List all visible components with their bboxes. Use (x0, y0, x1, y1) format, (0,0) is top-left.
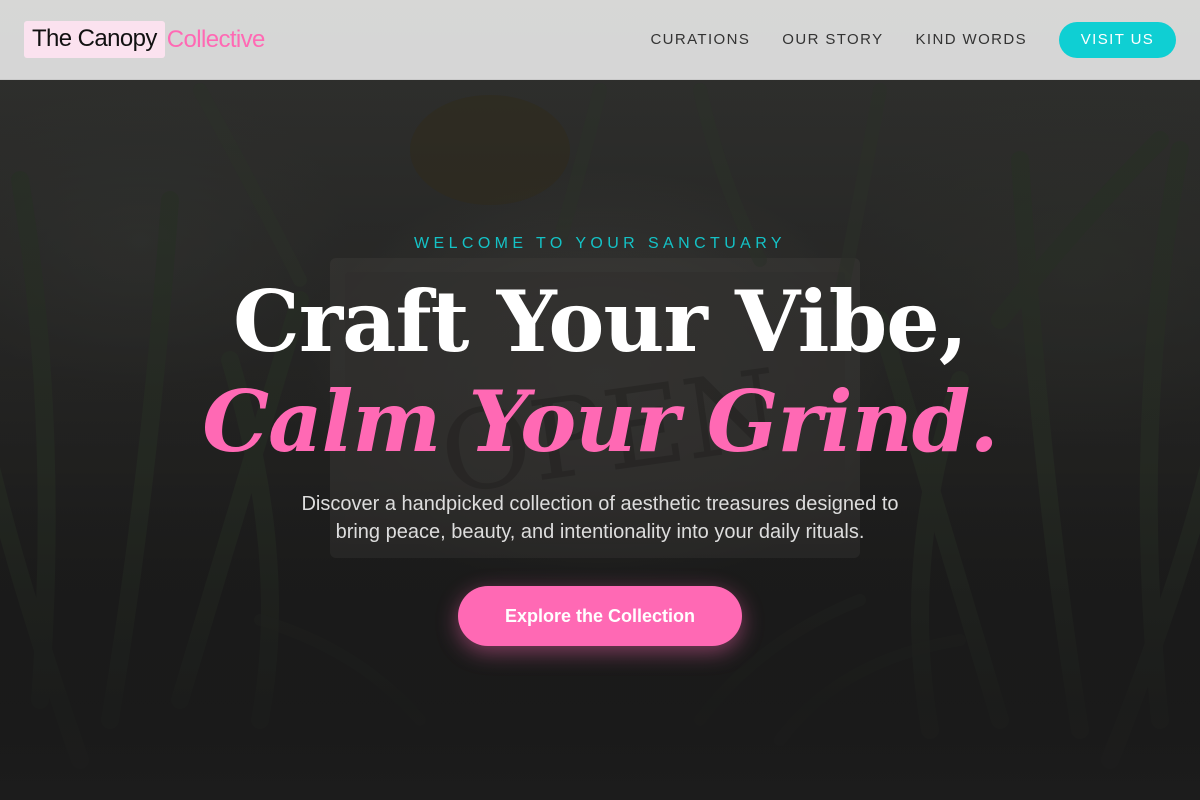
hero-section: WELCOME TO YOUR SANCTUARY Craft Your Vib… (0, 0, 1200, 800)
nav-link-curations[interactable]: CURATIONS (650, 31, 750, 48)
page: OPEN (0, 0, 1200, 800)
nav-link-kind-words[interactable]: KIND WORDS (916, 31, 1028, 48)
nav-link-our-story[interactable]: OUR STORY (782, 31, 883, 48)
hero-eyebrow: WELCOME TO YOUR SANCTUARY (414, 235, 786, 252)
hero-headline-line1: Craft Your Vibe, (232, 272, 968, 371)
logo-main-text: The Canopy (24, 21, 165, 58)
site-logo[interactable]: The Canopy Collective (24, 21, 265, 58)
hero-subtext: Discover a handpicked collection of aest… (250, 490, 950, 546)
hero-headline-line2: Calm Your Grind. (202, 372, 999, 471)
hero-subtext-line1: Discover a handpicked collection of aest… (301, 493, 899, 515)
hero-subtext-line2: bring peace, beauty, and intentionality … (335, 521, 865, 543)
logo-accent-text: Collective (166, 25, 266, 53)
visit-us-button[interactable]: VISIT US (1059, 21, 1176, 58)
site-header: The Canopy Collective CURATIONS OUR STOR… (0, 0, 1200, 80)
explore-collection-button[interactable]: Explore the Collection (458, 586, 742, 646)
main-nav: CURATIONS OUR STORY KIND WORDS VISIT US (650, 21, 1176, 58)
